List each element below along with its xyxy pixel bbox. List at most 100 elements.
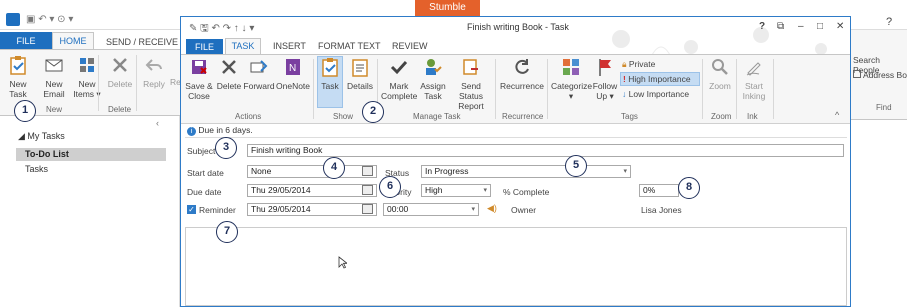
reminder-sound-icon[interactable]: ◀) (487, 203, 497, 214)
collapse-ribbon-icon[interactable]: ^ (835, 110, 839, 120)
group-separator (136, 55, 137, 111)
save-close-icon (192, 60, 207, 74)
categorize-button[interactable]: Categorize ▾ (551, 57, 592, 101)
tab-task[interactable]: TASK (225, 38, 261, 55)
main-ribbon-right: Search People Address Bo Find (850, 30, 907, 120)
callout-6: 6 (379, 176, 401, 198)
reminder-time-select[interactable]: 00:00 ▾ (383, 203, 479, 216)
callout-1: 1 (14, 100, 36, 122)
due-date-input[interactable]: Thu 29/05/2014 (247, 184, 377, 197)
group-label-tags: Tags (621, 112, 638, 121)
delete-x-icon (222, 60, 236, 74)
email-icon (45, 59, 63, 72)
dropdown-arrow-icon: ▾ (483, 187, 487, 194)
reply-button[interactable]: Reply (140, 55, 168, 89)
down-arrow-icon: ↓ (622, 89, 627, 99)
callout-4: 4 (323, 157, 345, 179)
quick-access-toolbar[interactable]: ✎ 🖫 ↶ ↷ ↑ ↓ ▾ (189, 21, 254, 38)
status-report-icon (463, 59, 478, 75)
stumble-banner[interactable]: Stumble (415, 0, 480, 16)
subject-label: Subject (187, 146, 216, 156)
zoom-button[interactable]: Zoom (706, 57, 734, 91)
callout-7: 7 (216, 221, 238, 243)
collapse-pane-icon[interactable]: ‹ (156, 118, 159, 128)
mouse-cursor-icon (338, 256, 347, 269)
tab-send-receive[interactable]: SEND / RECEIVE (106, 37, 178, 47)
tab-format-text[interactable]: FORMAT TEXT (318, 41, 381, 51)
low-importance-button[interactable]: ↓ Low Importance (622, 89, 689, 99)
task-notes-area[interactable] (185, 227, 847, 306)
task-window: ✎ 🖫 ↶ ↷ ↑ ↓ ▾ Finish writing Book - Task… (180, 16, 851, 307)
main-help-button[interactable]: ? (886, 16, 892, 28)
task-view-button[interactable]: Task (317, 56, 343, 108)
reply-all-button[interactable]: Re (170, 77, 181, 87)
group-label-delete: Delete (108, 105, 132, 114)
outlook-logo-icon (6, 13, 20, 26)
start-inking-button[interactable]: Start Inking (739, 57, 769, 101)
my-tasks-header[interactable]: ◢ My Tasks (18, 131, 65, 142)
callout-8: 8 (678, 177, 700, 199)
divider (185, 137, 847, 138)
owner-label: Owner (511, 205, 537, 215)
dropdown-arrow-icon: ▾ (471, 206, 475, 213)
status-select[interactable]: In Progress ▾ (421, 165, 631, 178)
subject-input[interactable]: Finish writing Book (247, 144, 844, 157)
recurrence-icon (515, 59, 529, 74)
task-clipboard-icon (322, 58, 338, 77)
new-email-button[interactable]: New Email (42, 55, 66, 99)
checkmark-icon (390, 60, 408, 75)
reminder-date-input[interactable]: Thu 29/05/2014 (247, 203, 377, 216)
assign-task-button[interactable]: Assign Task (419, 57, 447, 101)
percent-complete-input[interactable]: 0% (639, 184, 679, 197)
address-book-icon (853, 70, 861, 78)
window-title: Finish writing Book - Task (467, 22, 569, 32)
calendar-icon[interactable] (362, 185, 373, 195)
priority-select[interactable]: High ▾ (421, 184, 491, 197)
lock-icon: 🔒︎ (622, 59, 627, 69)
forward-icon (250, 60, 268, 73)
reply-icon (145, 59, 162, 71)
forward-button[interactable]: Forward (243, 57, 275, 91)
start-date-label: Start date (187, 168, 224, 178)
quick-access-icons[interactable]: ▣ ↶ ▾ ⊙ ▾ (26, 14, 73, 25)
send-status-report-button[interactable]: Send Status Report (449, 57, 493, 111)
save-close-button[interactable]: Save & Close (184, 57, 214, 101)
details-button[interactable]: Details (345, 57, 375, 91)
group-label-new: New (46, 105, 63, 114)
start-date-input[interactable]: None (247, 165, 377, 178)
info-bar: i Due in 6 days. (187, 125, 253, 136)
reminder-checkbox[interactable]: ✓ (187, 205, 196, 214)
calendar-icon[interactable] (362, 204, 373, 214)
tab-file[interactable]: FILE (0, 32, 52, 50)
nav-item-todo-list[interactable]: To-Do List (16, 148, 166, 161)
magnifier-icon (712, 59, 728, 75)
private-button[interactable]: 🔒︎ Private (622, 59, 655, 70)
assign-task-icon (426, 59, 442, 75)
follow-up-button[interactable]: Follow Up ▾ (592, 57, 618, 101)
calendar-icon[interactable] (362, 166, 373, 176)
tab-insert[interactable]: INSERT (273, 41, 306, 51)
group-label-manage-task: Manage Task (413, 112, 461, 121)
delete-button[interactable]: Delete (215, 57, 243, 91)
tab-home[interactable]: HOME (52, 32, 94, 50)
address-book-button[interactable]: Address Bo (853, 70, 907, 80)
group-separator (736, 59, 737, 119)
delete-button[interactable]: Delete (106, 55, 134, 89)
info-icon: i (187, 127, 196, 136)
mark-complete-button[interactable]: Mark Complete (381, 57, 417, 101)
task-ribbon: Save & Close Delete Forward N OneNote Tas… (181, 54, 850, 124)
tab-review[interactable]: REVIEW (392, 41, 428, 51)
new-task-button[interactable]: New Task (6, 55, 30, 99)
high-importance-button[interactable]: ! High Importance (620, 72, 700, 86)
group-label-show: Show (333, 112, 354, 121)
callout-5: 5 (565, 155, 587, 177)
group-separator (98, 55, 99, 111)
group-separator (547, 59, 548, 119)
group-separator (702, 59, 703, 119)
nav-item-tasks[interactable]: Tasks (25, 164, 48, 174)
new-items-icon (80, 58, 94, 72)
tab-file[interactable]: FILE (186, 39, 223, 55)
dropdown-arrow-icon: ▾ (623, 168, 627, 175)
onenote-button[interactable]: N OneNote (276, 57, 310, 91)
recurrence-button[interactable]: Recurrence (499, 57, 545, 91)
